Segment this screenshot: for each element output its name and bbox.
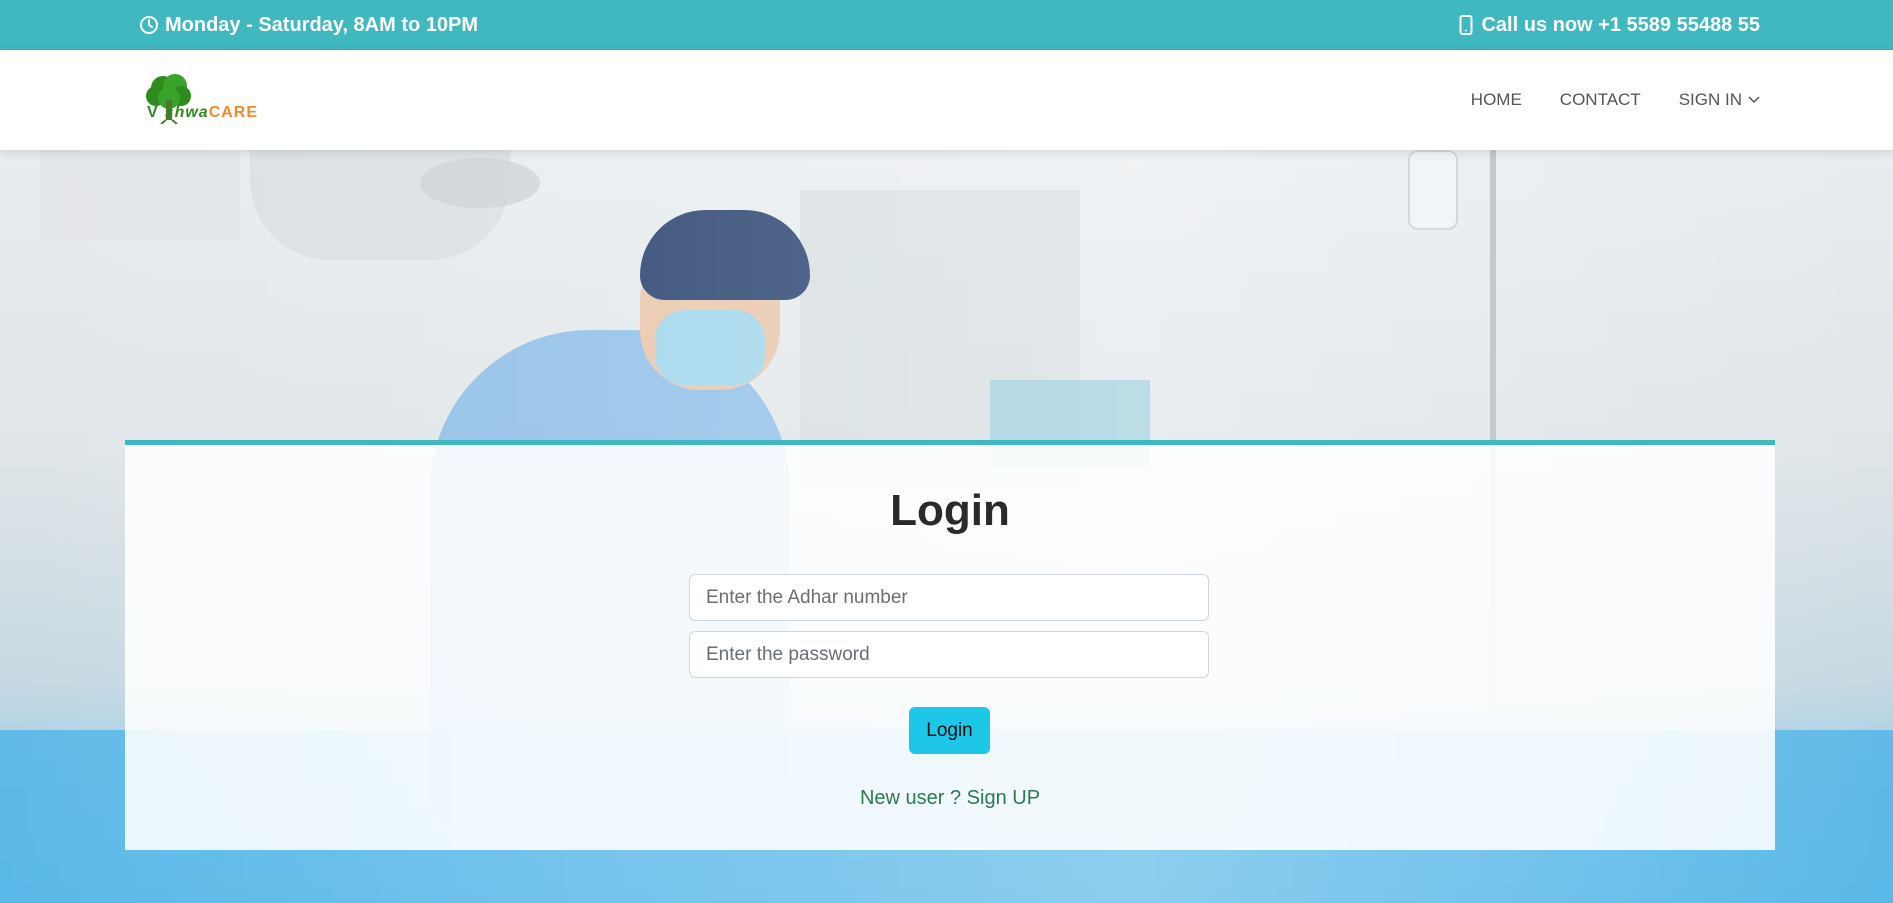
adhar-number-input[interactable] — [689, 574, 1209, 621]
nav-home-link[interactable]: HOME — [1471, 90, 1522, 110]
login-card: Login Login New user ? Sign UP — [125, 440, 1775, 850]
nav-contact-link[interactable]: CONTACT — [1560, 90, 1641, 110]
signup-link-row: New user ? Sign UP — [125, 787, 1775, 810]
opening-hours-text: Monday - Saturday, 8AM to 10PM — [165, 13, 479, 36]
nav-menu: HOME CONTACT SIGN IN — [1471, 50, 1760, 150]
main-navbar: VshwaCARE HOME CONTACT SIGN IN — [0, 50, 1893, 150]
nav-signin-dropdown[interactable]: SIGN IN — [1679, 90, 1760, 110]
signup-link[interactable]: New user ? Sign UP — [860, 787, 1040, 809]
password-input[interactable] — [689, 631, 1209, 678]
opening-hours: Monday - Saturday, 8AM to 10PM — [139, 0, 478, 50]
brand-logo[interactable]: VshwaCARE — [139, 72, 269, 128]
phone-text: Call us now +1 5589 55488 55 — [1481, 13, 1760, 36]
brand-name: VshwaCARE — [147, 104, 259, 121]
phone-icon — [1459, 15, 1473, 35]
top-info-bar: Monday - Saturday, 8AM to 10PM Call us n… — [0, 0, 1893, 50]
chevron-down-icon — [1748, 96, 1760, 104]
login-title: Login — [890, 486, 1010, 535]
clock-icon — [139, 15, 159, 35]
contact-phone: Call us now +1 5589 55488 55 — [1459, 0, 1760, 50]
login-button[interactable]: Login — [909, 707, 990, 754]
